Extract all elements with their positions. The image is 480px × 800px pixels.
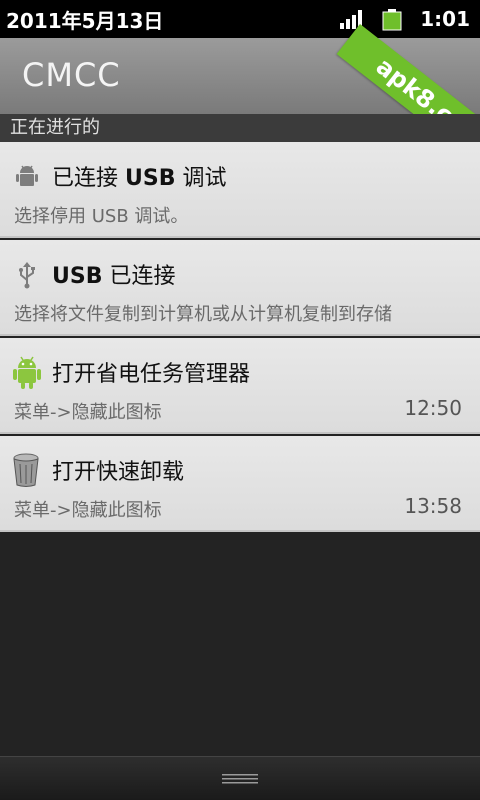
drag-handle-icon[interactable]	[222, 773, 258, 785]
notification-subtitle: 菜单->隐藏此图标	[14, 500, 162, 521]
android-app-icon	[13, 356, 41, 389]
status-date: 2011年5月13日	[6, 8, 164, 33]
notification-title: USB 已连接	[52, 264, 176, 289]
notification-usb-connected[interactable]: USB 已连接 选择将文件复制到计算机或从计算机复制到存储	[0, 240, 480, 336]
notification-quick-uninstall[interactable]: 打开快速卸载 菜单->隐藏此图标 13:58	[0, 436, 480, 532]
notification-subtitle: 选择将文件复制到计算机或从计算机复制到存储	[14, 304, 392, 325]
battery-icon	[382, 9, 402, 31]
ongoing-section-header: 正在进行的	[0, 114, 480, 142]
notification-subtitle: 选择停用 USB 调试。	[14, 206, 189, 227]
status-time: 1:01	[420, 7, 470, 31]
notification-panel: 2011年5月13日 1:01 CMCC apk8.com 正在进行的 已连接 …	[0, 0, 480, 800]
carrier-label: CMCC	[22, 56, 121, 94]
notification-power-task-manager[interactable]: 打开省电任务管理器 菜单->隐藏此图标 12:50	[0, 338, 480, 434]
notification-time: 13:58	[404, 494, 462, 518]
trash-can-icon	[13, 453, 39, 487]
notification-time: 12:50	[404, 396, 462, 420]
android-debug-icon	[16, 165, 38, 186]
notification-title: 已连接 USB 调试	[52, 166, 227, 191]
notification-usb-debugging[interactable]: 已连接 USB 调试 选择停用 USB 调试。	[0, 142, 480, 238]
notification-subtitle: 菜单->隐藏此图标	[14, 402, 162, 423]
panel-drag-bar[interactable]	[0, 756, 480, 800]
usb-icon	[19, 262, 35, 289]
notification-title: 打开快速卸载	[52, 460, 185, 485]
status-bar[interactable]: 2011年5月13日 1:01	[0, 0, 480, 38]
notification-title: 打开省电任务管理器	[52, 362, 251, 387]
